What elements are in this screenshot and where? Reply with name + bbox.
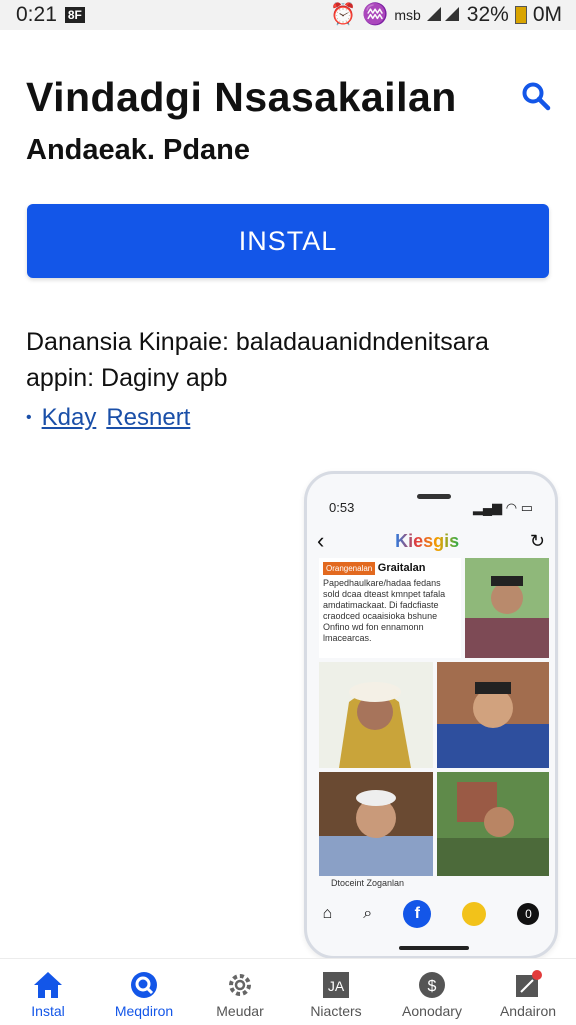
phone-status-bar: 0:53 ▂▄▆ ◠ ▭ — [307, 500, 555, 516]
phone-search-icon: ⌕ — [363, 905, 373, 922]
phone-article-tile: Orangenalan Graitalan Papedhaulkare/hada… — [319, 558, 461, 658]
alarm-icon: ⏰ — [330, 3, 357, 26]
status-bar: 0:21 8F ⏰ ♒ msb 32% 0M — [0, 0, 576, 30]
nav-label-niacters: Niacters — [310, 1003, 362, 1019]
link-row: • Kday Resnert — [26, 404, 190, 432]
description-line-1: Danansia Kinpaie: baladauanidndenitsara — [26, 328, 489, 356]
battery-percent: 32% — [466, 3, 509, 26]
link-kday[interactable]: Kday — [42, 404, 97, 432]
svg-text:JA: JA — [328, 978, 345, 994]
nav-label-andairon: Andairon — [499, 1003, 557, 1019]
phone-photo-grid: Orangenalan Graitalan Papedhaulkare/hada… — [319, 558, 549, 876]
dollar-circle-icon: $ — [415, 969, 449, 1001]
nav-label-meqdiron: Meqdiron — [114, 1003, 174, 1019]
photo-tile-4 — [319, 772, 433, 876]
nav-item-niacters[interactable]: JA Niacters — [288, 959, 384, 1025]
phone-header: ‹ Kiesgis ↻ — [317, 526, 545, 556]
photo-tile-2 — [319, 662, 433, 768]
notification-bell-icon: ↻ — [529, 530, 545, 551]
edit-icon — [511, 969, 545, 1001]
phone-brand: Kiesgis — [395, 530, 460, 551]
search-button[interactable] — [518, 78, 554, 114]
description-line-2: appin: Daginy apb — [26, 364, 228, 392]
nav-label-meudar: Meudar — [216, 1003, 264, 1019]
search-icon — [522, 82, 551, 111]
nav-item-aonodary[interactable]: $ Aonodary — [384, 959, 480, 1025]
nav-label-aonodary: Aonodary — [402, 1003, 462, 1019]
photo-tile-3 — [437, 662, 549, 768]
signal-icon — [426, 3, 461, 27]
link-resnert[interactable]: Resnert — [106, 404, 190, 432]
vibrate-icon: ♒ — [362, 3, 389, 26]
phone-screenshot: 0:53 ▂▄▆ ◠ ▭ ‹ Kiesgis ↻ Orangenalan Gra… — [304, 471, 558, 959]
phone-bottom-nav: ⌂ ⌕ f 0 — [307, 892, 555, 936]
search-refresh-icon — [127, 969, 161, 1001]
status-right-text: 0M — [532, 3, 562, 26]
svg-text:$: $ — [428, 978, 437, 995]
back-arrow-icon: ‹ — [317, 528, 325, 553]
notification-icon: 8F — [64, 7, 85, 23]
nav-item-andairon[interactable]: Andairon — [480, 959, 576, 1025]
photo-tile-1 — [465, 558, 549, 658]
app-description: Danansia Kinpaie: baladauanidndenitsara … — [26, 324, 556, 396]
news-icon: JA — [319, 969, 353, 1001]
bullet: • — [26, 409, 32, 426]
bottom-navigation: Instal Meqdiron Meudar JA Niacters $ Aon… — [0, 958, 576, 1025]
phone-clock: 0:53 — [329, 500, 355, 515]
nav-label-instal: Instal — [31, 1003, 65, 1019]
phone-home-icon: ⌂ — [322, 905, 333, 922]
phone-facebook-icon: f — [403, 900, 432, 928]
clock: 0:21 — [16, 3, 57, 26]
phone-home-indicator — [399, 946, 469, 950]
photo-tile-5 — [437, 772, 549, 876]
article-text: Papedhaulkare/hadaa fedans sold dcaa dte… — [323, 578, 446, 643]
phone-caption: Dtoceint Zoganlan — [331, 878, 405, 888]
phone-signal-icons: ▂▄▆ ◠ ▭ — [472, 500, 533, 515]
install-button[interactable]: INSTAL — [27, 204, 549, 278]
nav-item-meudar[interactable]: Meudar — [192, 959, 288, 1025]
nav-item-instal[interactable]: Instal — [0, 959, 96, 1025]
battery-icon — [514, 6, 527, 24]
phone-notch — [417, 494, 451, 499]
article-title: Graitalan — [377, 562, 426, 574]
home-icon — [31, 969, 65, 1001]
gear-icon — [223, 969, 257, 1001]
phone-power-icon: 0 — [517, 903, 540, 925]
app-title: Vindadgi Nsasakailan — [26, 74, 457, 120]
network-label: msb — [394, 7, 421, 23]
article-badge: Orangenalan — [323, 562, 376, 575]
developer-name: Andaeak. Pdane — [26, 134, 251, 166]
phone-emoji-icon — [462, 902, 487, 926]
nav-item-meqdiron[interactable]: Meqdiron — [96, 959, 192, 1025]
